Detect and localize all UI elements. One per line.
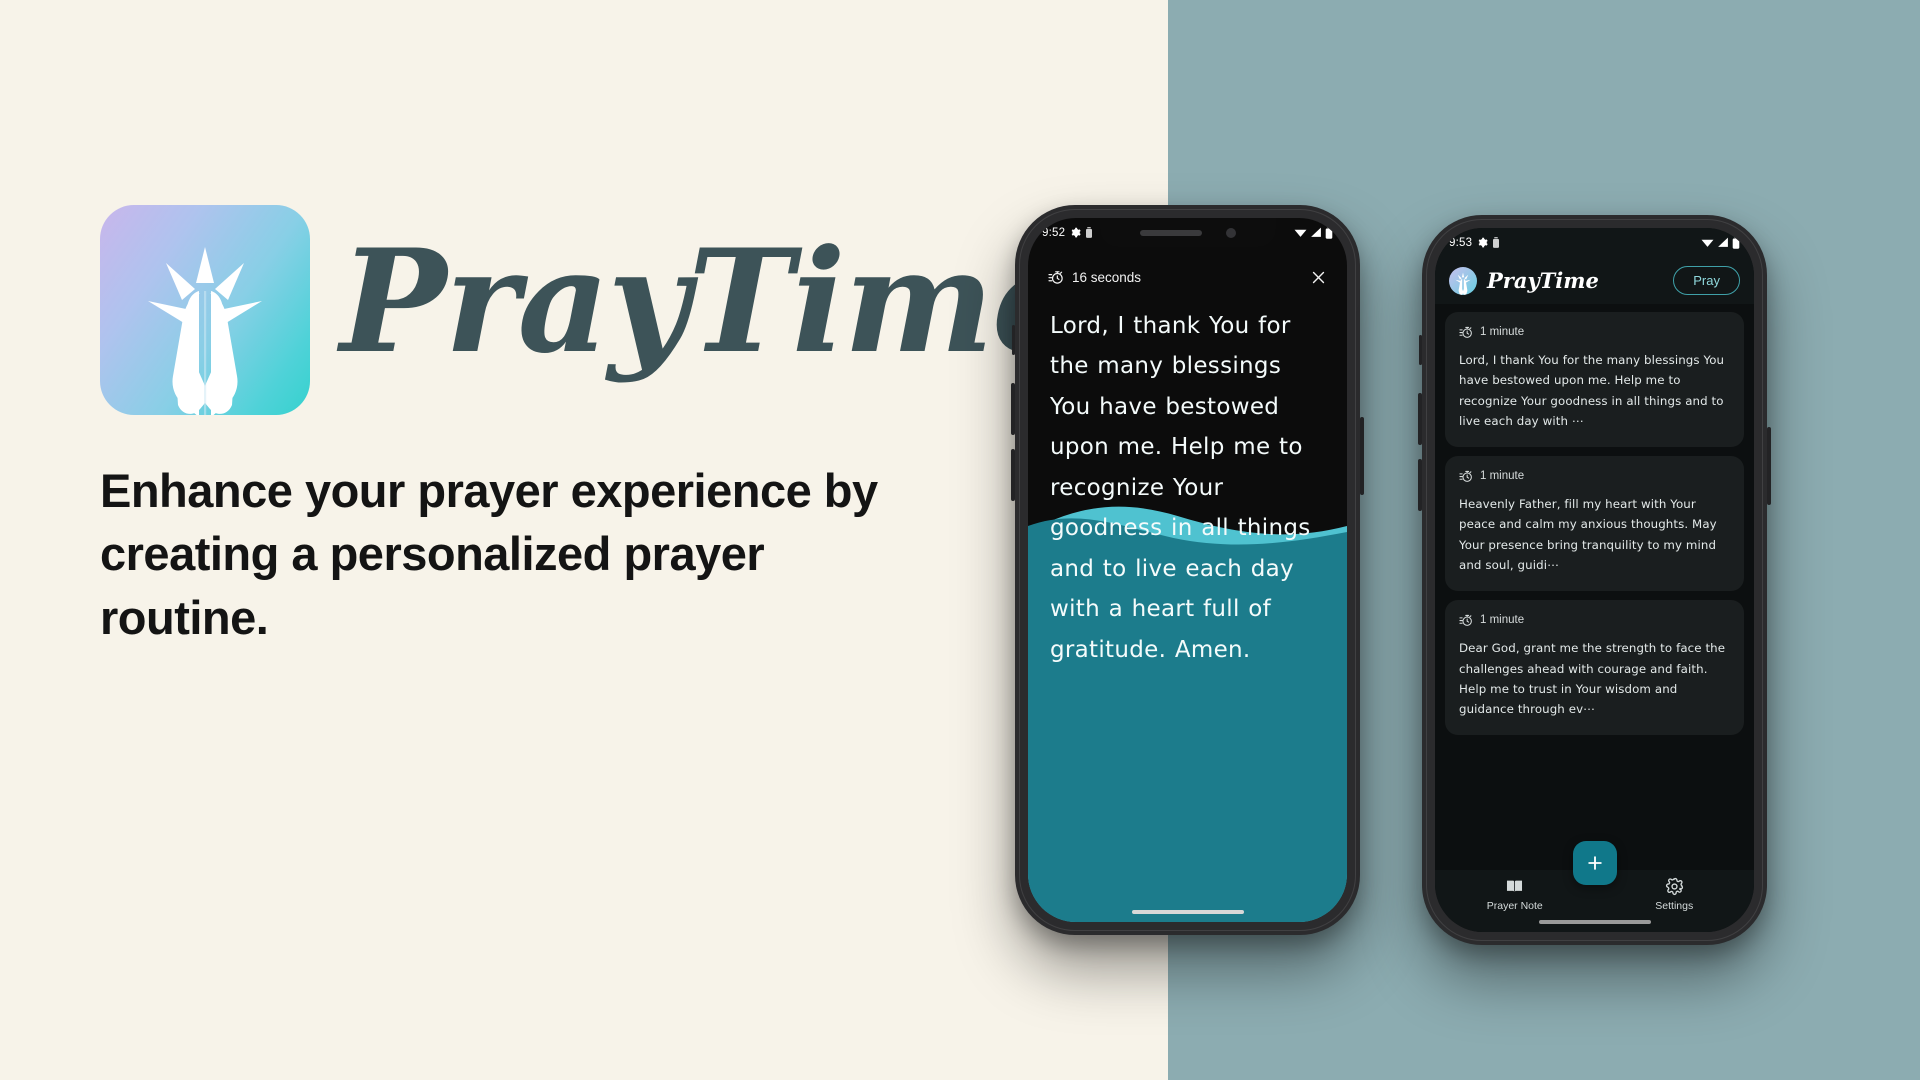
plus-icon — [1585, 853, 1605, 873]
brand-row: PrayTime — [100, 205, 1082, 415]
praying-hands-icon — [100, 205, 310, 415]
gear-icon — [1477, 237, 1488, 248]
card-body-text: Heavenly Father, fill my heart with Your… — [1459, 497, 1717, 572]
add-prayer-fab[interactable] — [1572, 841, 1617, 885]
phone-two-status-bar: 9:53 — [1435, 228, 1754, 257]
wifi-icon — [1294, 227, 1307, 238]
player-timer-label: 16 seconds — [1072, 269, 1142, 285]
card-body-text: Lord, I thank You for the many blessings… — [1459, 353, 1725, 428]
card-duration-label: 1 minute — [1480, 470, 1525, 483]
phone-mute-button — [1012, 325, 1015, 355]
phone-power-button — [1360, 417, 1364, 495]
prayer-playback-text: Lord, I thank You for the many blessings… — [1050, 313, 1311, 663]
stopwatch-icon — [1459, 325, 1473, 339]
prayer-card-list[interactable]: 1 minute Lord, I thank You for the many … — [1435, 304, 1754, 870]
card-duration-label: 1 minute — [1480, 614, 1525, 627]
stopwatch-icon — [1459, 613, 1473, 627]
nav-label: Settings — [1655, 900, 1694, 912]
signal-icon — [1717, 237, 1729, 248]
gear-icon — [1070, 227, 1081, 238]
card-body-text: Dear God, grant me the strength to face … — [1459, 641, 1726, 717]
phone-one-status-bar: 9:52 — [1028, 218, 1347, 247]
card-duration-row: 1 minute — [1459, 325, 1730, 339]
stopwatch-icon — [1459, 469, 1473, 483]
phone-mockup-list: 9:53 PrayTime Pray 1 minute Lord, I than… — [1418, 215, 1771, 945]
phone-power-button — [1767, 427, 1771, 505]
status-left-group: 9:53 — [1449, 236, 1500, 249]
phone-two-screen: 9:53 PrayTime Pray 1 minute Lord, I than… — [1435, 228, 1754, 932]
status-clock: 9:52 — [1042, 226, 1066, 239]
card-duration-row: 1 minute — [1459, 613, 1730, 627]
marketing-column: PrayTime Enhance your prayer experience … — [100, 205, 1082, 649]
status-right-group — [1701, 236, 1740, 249]
battery-icon — [1732, 236, 1740, 249]
card-duration-label: 1 minute — [1480, 326, 1525, 338]
gear-icon — [1665, 877, 1684, 896]
stopwatch-icon — [1048, 269, 1064, 285]
phone-mute-button — [1419, 335, 1422, 365]
tagline: Enhance your prayer experience by creati… — [100, 464, 878, 644]
app-bar: PrayTime Pray — [1435, 257, 1754, 304]
nav-item-settings[interactable]: Settings — [1631, 877, 1717, 912]
phone-mockup-player: 9:52 16 seconds Lord, I thank You for th… — [1011, 205, 1364, 935]
prayer-card[interactable]: 1 minute Lord, I thank You for the many … — [1445, 312, 1744, 448]
wifi-icon — [1701, 237, 1714, 248]
banner-canvas: PrayTime Enhance your prayer experience … — [0, 0, 1920, 1080]
battery-saver-icon — [1086, 227, 1093, 238]
praying-hands-icon — [1449, 266, 1477, 295]
home-indicator — [1538, 920, 1651, 924]
phone-volume-up-button — [1418, 393, 1422, 445]
status-right-group — [1294, 226, 1333, 239]
book-icon — [1505, 877, 1524, 896]
brand-name: PrayTime — [340, 219, 1082, 385]
card-duration-row: 1 minute — [1459, 469, 1730, 483]
prayer-card[interactable]: 1 minute Heavenly Father, fill my heart … — [1445, 456, 1744, 592]
player-timer: 16 seconds — [1048, 269, 1141, 285]
prayer-card[interactable]: 1 minute Dear God, grant me the strength… — [1445, 600, 1744, 736]
nav-label: Prayer Note — [1486, 900, 1543, 912]
player-header: 16 seconds — [1028, 260, 1347, 294]
nav-item-prayer-note[interactable]: Prayer Note — [1472, 877, 1558, 912]
status-left-group: 9:52 — [1042, 226, 1093, 239]
battery-saver-icon — [1493, 237, 1500, 248]
phone-volume-down-button — [1418, 459, 1422, 511]
signal-icon — [1310, 227, 1322, 238]
phone-volume-down-button — [1011, 449, 1015, 501]
phone-one-screen: 9:52 16 seconds Lord, I thank You for th… — [1028, 218, 1347, 922]
battery-icon — [1325, 226, 1333, 239]
pray-button[interactable]: Pray — [1673, 266, 1740, 295]
phone-volume-up-button — [1011, 383, 1015, 435]
app-bar-title: PrayTime — [1487, 268, 1599, 293]
status-clock: 9:53 — [1449, 236, 1473, 249]
close-icon[interactable] — [1310, 269, 1327, 286]
home-indicator — [1131, 910, 1244, 914]
